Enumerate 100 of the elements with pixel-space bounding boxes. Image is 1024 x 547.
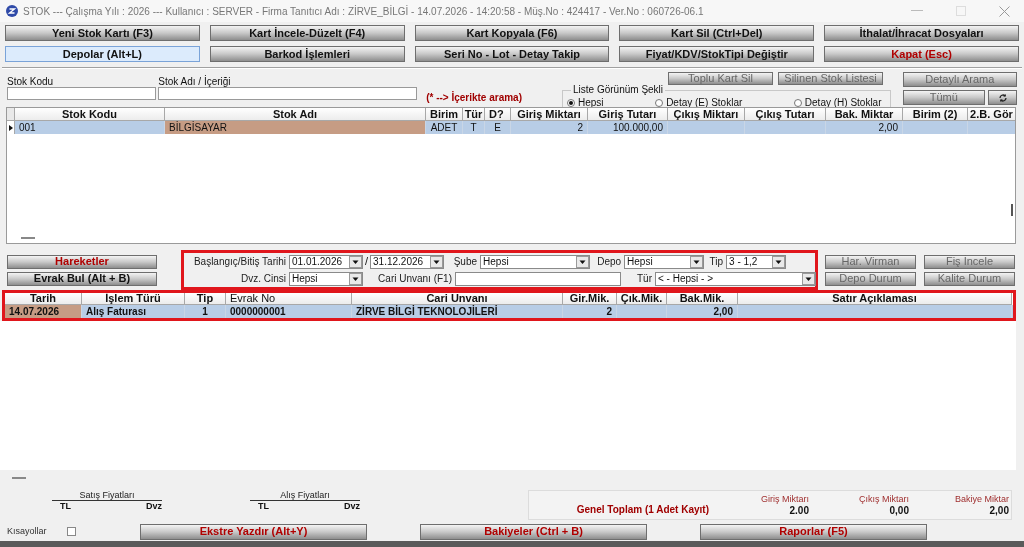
input-field[interactable]	[7, 87, 157, 100]
dropdown-field[interactable]: Hepsi	[289, 271, 363, 286]
price-column-label: Dvz	[146, 501, 162, 512]
column-header[interactable]: Stok Adı	[165, 108, 426, 121]
price-column-label: Dvz	[344, 501, 360, 512]
table-cell: 0000000001	[230, 306, 286, 317]
shortcuts-label: Kısayollar	[7, 524, 48, 538]
column-header[interactable]: Satır Açıklaması	[738, 293, 1012, 305]
totals-value: 2.00	[789, 505, 809, 517]
refresh-button[interactable]	[988, 90, 1017, 105]
field-label: Tür	[636, 273, 653, 284]
table-cell: Alış Faturası	[86, 306, 147, 317]
column-header[interactable]: Gir.Mik.	[563, 293, 617, 305]
minimize-icon[interactable]	[911, 10, 923, 12]
field-label: Başlangıç/Bitiş Tarihi	[192, 256, 287, 267]
close-icon[interactable]	[999, 5, 1010, 17]
action-button[interactable]: Kalite Durum	[924, 271, 1015, 286]
checkbox[interactable]	[67, 527, 76, 536]
column-header[interactable]: İşlem Türü	[82, 293, 185, 305]
field-label: Şube	[452, 256, 479, 267]
table-cell: 001	[19, 122, 36, 133]
toolbar-button[interactable]: Barkod İşlemleri	[209, 46, 405, 62]
toolbar-button[interactable]: Yeni Stok Kartı (F3)	[5, 25, 200, 41]
action-button[interactable]: Depo Durum	[825, 271, 916, 286]
column-header[interactable]: 2.B. Gör	[968, 108, 1015, 121]
table-cell: 100.000,00	[612, 122, 663, 133]
column-header[interactable]: Çık.Mik.	[617, 293, 667, 305]
table-cell: 2	[606, 306, 612, 317]
column-header[interactable]: Tarih	[5, 293, 82, 305]
column-header[interactable]: Evrak No	[226, 293, 352, 305]
column-header[interactable]: Giriş Tutarı	[588, 108, 668, 121]
column-header[interactable]: Stok Kodu	[15, 108, 165, 121]
table-row[interactable]: 14.07.2026 Alış Faturası 1 0000000001 ZİRVE BİLGİ TEKNOLOJİLERİ 2 2,00	[5, 305, 1013, 318]
footer-button[interactable]: Raporlar (F5)	[700, 523, 927, 540]
action-button[interactable]: Har. Virman	[825, 254, 916, 269]
toolbar-button[interactable]: Depolar (Alt+L)	[5, 46, 200, 62]
table-cell: T	[470, 122, 477, 133]
column-header[interactable]: Çıkış Tutarı	[745, 108, 826, 121]
column-header[interactable]: Çıkış Miktarı	[668, 108, 745, 121]
footer-button[interactable]: Bakiyeler (Ctrl + B)	[420, 523, 647, 540]
action-button[interactable]: Evrak Bul (Alt + B)	[7, 271, 157, 286]
row-pointer-icon	[8, 124, 13, 131]
radio-icon[interactable]	[567, 99, 575, 107]
date-field[interactable]: 31.12.2026	[370, 254, 445, 269]
field-label: Dvz. Cinsi	[240, 273, 287, 284]
toolbar-button[interactable]: Kart Kopyala (F6)	[414, 25, 610, 41]
totals-column-label: Çıkış Miktarı	[859, 493, 909, 505]
totals-label: Genel Toplam (1 Adet Kayıt)	[576, 503, 709, 517]
column-header[interactable]: Giriş Miktarı	[511, 108, 588, 121]
column-header[interactable]: D?	[485, 108, 511, 121]
action-button[interactable]: Hareketler	[7, 254, 157, 269]
date-separator: /	[364, 256, 370, 267]
group-legend: Liste Görünüm Şekli	[571, 84, 666, 95]
radio-option[interactable]: Detay (E) Stoklar	[655, 98, 743, 108]
column-header[interactable]: Cari Unvanı	[352, 293, 563, 305]
dropdown-field[interactable]: Hepsi	[624, 254, 705, 269]
splitter-handle[interactable]	[12, 477, 26, 479]
column-header[interactable]: Tür	[463, 108, 485, 121]
radio-option[interactable]: Hepsi	[567, 98, 604, 108]
dropdown-field[interactable]: Hepsi	[480, 254, 591, 269]
footer-button[interactable]: Ekstre Yazdır (Alt+Y)	[140, 523, 367, 540]
splitter-handle[interactable]	[21, 237, 35, 239]
column-header[interactable]: Birim	[426, 108, 463, 121]
dropdown-field[interactable]: 3 - 1,2	[726, 254, 787, 269]
toolbar-button[interactable]: Toplu Kart Sil	[668, 72, 773, 85]
search-hint: (* --> İçerikte arama)	[426, 90, 522, 105]
app-logo-icon	[6, 5, 18, 17]
dropdown-field[interactable]: < - Hepsi - >	[655, 271, 816, 286]
radio-icon[interactable]	[793, 99, 802, 107]
toolbar-button[interactable]: Fiyat/KDV/StokTipi Değiştir	[619, 46, 815, 62]
toolbar-button[interactable]: İthalat/İhracat Dosyaları	[824, 25, 1019, 41]
radio-icon[interactable]	[655, 99, 664, 107]
input-field[interactable]	[158, 87, 418, 100]
field-label: Stok Adı / İçeriği	[158, 76, 232, 87]
field-label: Depo	[596, 256, 623, 267]
table-row[interactable]: 001 BİLGİSAYAR ADET T E 2 100.000,00 2,00	[7, 121, 1015, 134]
header-corner	[7, 108, 15, 121]
toolbar-button[interactable]: Kart Sil (Ctrl+Del)	[619, 25, 815, 41]
column-header[interactable]: Tip	[185, 293, 226, 305]
toolbar-button[interactable]: Silinen Stok Listesi	[778, 72, 883, 85]
price-column-label: TL	[60, 501, 71, 512]
scrollbar-thumb[interactable]	[1011, 204, 1013, 216]
totals-value: 0,00	[889, 505, 909, 517]
toolbar-button[interactable]: Seri No - Lot - Detay Takip	[414, 46, 610, 62]
price-column-label: TL	[258, 501, 269, 512]
toolbar-button[interactable]: Kapat (Esc)	[824, 46, 1019, 62]
date-field[interactable]: 01.01.2026	[289, 254, 363, 269]
totals-column-label: Bakiye Miktar	[955, 493, 1009, 505]
column-header[interactable]: Birim (2)	[903, 108, 968, 121]
input-field[interactable]	[455, 271, 621, 286]
totals-column-label: Giriş Miktarı	[761, 493, 809, 505]
toolbar-button[interactable]: Tümü	[902, 90, 985, 105]
action-button[interactable]: Fiş İncele	[924, 254, 1015, 269]
column-header[interactable]: Bak. Miktar	[826, 108, 903, 121]
totals-value: 2,00	[989, 505, 1009, 517]
column-header[interactable]: Bak.Mik.	[667, 293, 738, 305]
toolbar-button[interactable]: Kart İncele-Düzelt (F4)	[209, 25, 405, 41]
field-label: Tip	[708, 256, 725, 267]
toolbar-button[interactable]: Detaylı Arama	[902, 72, 1017, 87]
table-cell: BİLGİSAYAR	[169, 122, 227, 133]
